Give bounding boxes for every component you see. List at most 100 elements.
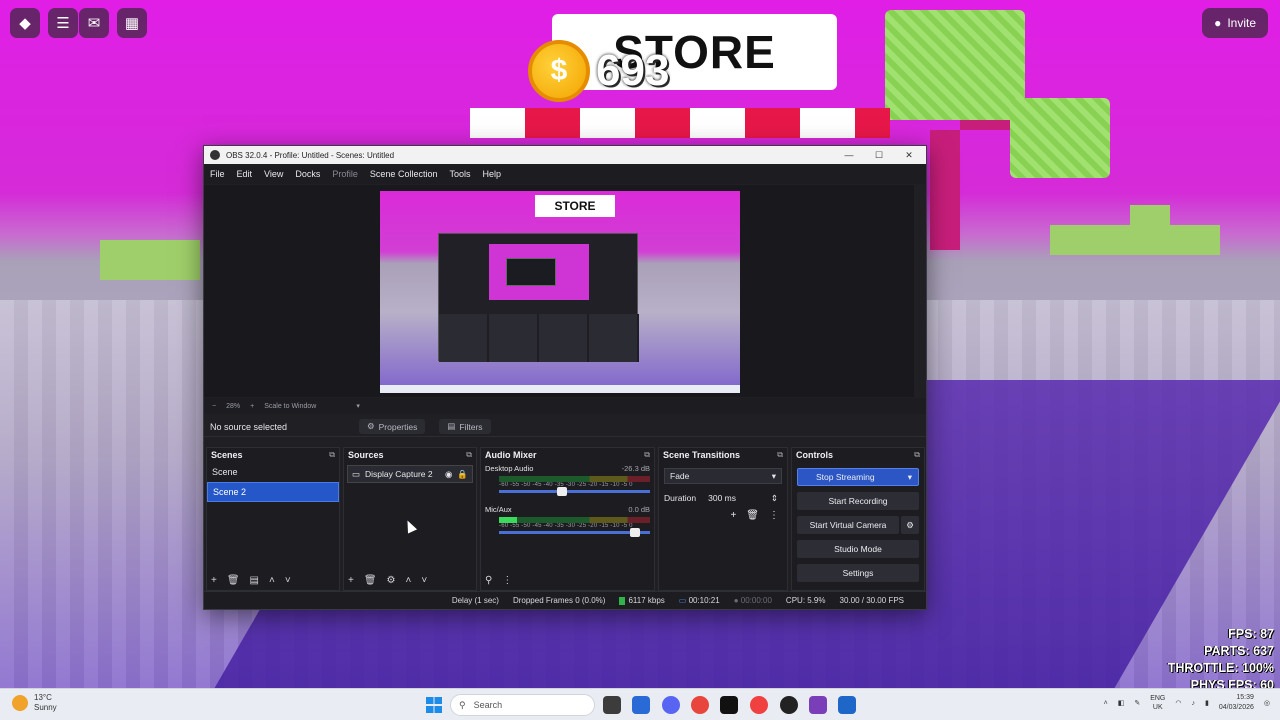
trash-icon[interactable]: 🗑 <box>227 575 240 586</box>
windows-start-icon[interactable] <box>426 697 442 713</box>
filter-icon[interactable]: ▤ <box>250 575 259 586</box>
tray-app-icon[interactable]: ◧ <box>1118 699 1125 707</box>
trash-icon[interactable]: 🗑 <box>746 510 759 521</box>
preview-canvas[interactable]: STORE <box>380 191 740 393</box>
scale-mode[interactable]: Scale to Window <box>264 403 316 410</box>
menu-docks[interactable]: Docks <box>295 169 320 179</box>
maximize-icon[interactable]: ☐ <box>864 146 894 164</box>
popout-icon[interactable]: ⧉ <box>914 450 920 460</box>
calendar-icon[interactable]: ▦ <box>117 8 147 38</box>
opera-icon[interactable] <box>750 696 768 714</box>
add-icon[interactable]: + <box>348 575 354 586</box>
popout-icon[interactable]: ⧉ <box>777 450 783 460</box>
volume-icon[interactable]: ♪ <box>1191 700 1195 707</box>
menu-help[interactable]: Help <box>482 169 501 179</box>
source-item[interactable]: ▭ Display Capture 2 ◉ 🔒 <box>347 465 473 483</box>
trash-icon[interactable]: 🗑 <box>364 575 377 586</box>
settings-button[interactable]: Settings <box>797 564 919 582</box>
spinner-icon[interactable]: ⇕ <box>771 493 778 504</box>
person-icon: ● <box>1214 16 1222 30</box>
weather-widget[interactable]: 13°C Sunny <box>12 693 57 713</box>
chrome-icon[interactable] <box>691 696 709 714</box>
close-icon[interactable]: ✕ <box>894 146 924 164</box>
obs-title-bar[interactable]: OBS 32.0.4 - Profile: Untitled - Scenes:… <box>204 146 926 164</box>
volume-slider[interactable] <box>499 487 650 496</box>
minimize-icon[interactable]: — <box>834 146 864 164</box>
capcut-icon[interactable] <box>720 696 738 714</box>
scene-item-selected[interactable]: Scene 2 <box>207 482 339 502</box>
rec-time: 00:00:00 <box>740 596 772 605</box>
app-icon[interactable] <box>809 696 827 714</box>
sources-header: Sources ⧉ <box>344 448 476 462</box>
properties-button[interactable]: ⚙ Properties <box>359 419 426 434</box>
menu-icon[interactable]: ☰ <box>48 8 78 38</box>
notifications-icon[interactable]: ◎ <box>1264 699 1270 707</box>
menu-tools[interactable]: Tools <box>449 169 470 179</box>
more-icon[interactable]: ⋮ <box>502 575 512 586</box>
volume-slider[interactable] <box>499 528 650 537</box>
transition-actions: + 🗑 ⋮ <box>659 510 779 521</box>
zoom-out-button[interactable]: − <box>212 403 216 410</box>
scene-item[interactable]: Scene <box>207 462 339 482</box>
mixer-title: Audio Mixer <box>485 450 537 460</box>
menu-profile[interactable]: Profile <box>332 169 358 179</box>
transition-select[interactable]: Fade ▾ <box>664 468 782 484</box>
popout-icon[interactable]: ⧉ <box>329 450 335 460</box>
wifi-icon[interactable]: ◠ <box>1175 699 1181 707</box>
chevron-down-icon[interactable]: ▾ <box>356 402 360 410</box>
source-label: Display Capture 2 <box>365 469 433 479</box>
chevron-up-icon[interactable]: ˄ <box>1104 700 1108 707</box>
roblox-logo-icon[interactable]: ◆ <box>10 8 40 38</box>
status-dropped: Dropped Frames 0 (0.0%) <box>512 596 606 605</box>
chevron-up-icon[interactable]: ˄ <box>406 575 412 586</box>
popout-icon[interactable]: ⧉ <box>644 450 650 460</box>
duration-input[interactable]: 300 ms ⇕ <box>704 490 782 506</box>
gear-icon[interactable]: ⚙ <box>387 575 396 586</box>
search-placeholder: Search <box>473 700 503 710</box>
slider-knob[interactable] <box>557 487 568 496</box>
discord-icon[interactable] <box>662 696 680 714</box>
controls-header: Controls ⧉ <box>792 448 924 462</box>
add-icon[interactable]: + <box>730 510 736 521</box>
lock-icon[interactable]: 🔒 <box>457 469 468 480</box>
preview-area[interactable]: STORE <box>204 185 914 397</box>
more-icon[interactable]: ⋮ <box>769 510 779 521</box>
stop-streaming-button[interactable]: Stop Streaming ▾ <box>797 468 919 486</box>
chevron-down-icon[interactable]: ▾ <box>908 472 912 483</box>
zoom-in-button[interactable]: + <box>250 403 254 410</box>
slider-knob[interactable] <box>629 528 640 537</box>
stream-time: 00:10:21 <box>688 596 720 605</box>
chevron-up-icon[interactable]: ˄ <box>269 575 275 586</box>
roblox-app-icon[interactable] <box>838 696 856 714</box>
menu-view[interactable]: View <box>264 169 283 179</box>
menu-scene-collection[interactable]: Scene Collection <box>370 169 438 179</box>
chat-icon[interactable]: ✉ <box>79 8 109 38</box>
invite-button[interactable]: ● Invite <box>1202 8 1268 38</box>
task-view-icon[interactable] <box>603 696 621 714</box>
lang-region: UK <box>1152 704 1163 711</box>
stat-fps: FPS: 87 <box>1228 627 1274 641</box>
obs-app-icon[interactable] <box>780 696 798 714</box>
add-icon[interactable]: + <box>211 575 217 586</box>
eye-icon[interactable]: ◉ <box>445 469 452 480</box>
pen-icon[interactable]: ✎ <box>1134 699 1140 707</box>
start-recording-button[interactable]: Start Recording <box>797 492 919 510</box>
language-indicator[interactable]: ENG UK <box>1150 694 1165 712</box>
clock[interactable]: 15:39 04/03/2026 <box>1219 693 1254 713</box>
link-icon[interactable]: ⚲ <box>485 575 492 586</box>
battery-icon[interactable]: ▮ <box>1205 699 1209 707</box>
meter-scale: -60 -55 -50 -45 -40 -35 -30 -25 -20 -15 … <box>499 523 633 529</box>
taskbar-search[interactable]: ⚲ Search <box>450 694 595 716</box>
chevron-down-icon[interactable]: ˅ <box>285 575 291 586</box>
invite-label: Invite <box>1227 16 1256 30</box>
gear-icon[interactable]: ⚙ <box>901 516 919 534</box>
popout-icon[interactable]: ⧉ <box>466 450 472 460</box>
start-virtual-camera-button[interactable]: Start Virtual Camera <box>797 516 899 534</box>
mixer-footer: ⚲ ⋮ <box>485 575 512 586</box>
chevron-down-icon[interactable]: ˅ <box>421 575 427 586</box>
filters-button[interactable]: ▤ Filters <box>439 419 491 434</box>
menu-edit[interactable]: Edit <box>237 169 253 179</box>
store-app-icon[interactable] <box>632 696 650 714</box>
studio-mode-button[interactable]: Studio Mode <box>797 540 919 558</box>
menu-file[interactable]: File <box>210 169 225 179</box>
